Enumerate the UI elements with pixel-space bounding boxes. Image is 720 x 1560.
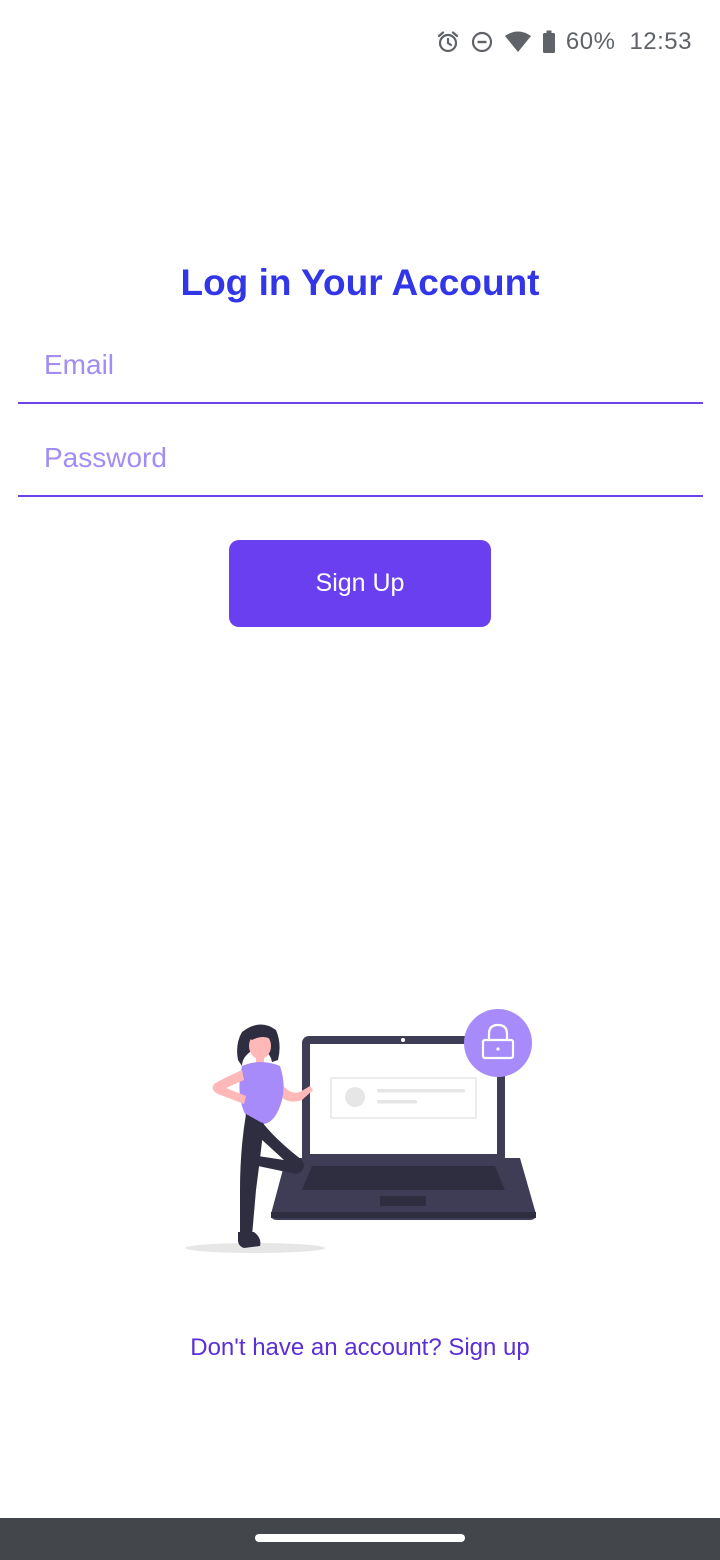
login-illustration (180, 1000, 540, 1260)
password-field (18, 423, 703, 497)
battery-percent: 60% (565, 28, 616, 55)
sign-up-button[interactable]: Sign Up (229, 540, 491, 627)
page-title: Log in Your Account (180, 262, 540, 303)
navigation-bar (0, 1518, 720, 1560)
signup-link[interactable]: Don't have an account? Sign up (0, 1334, 720, 1362)
password-input[interactable] (44, 423, 684, 493)
lock-icon (464, 1009, 532, 1077)
do-not-disturb-icon (470, 30, 494, 54)
email-field (18, 330, 703, 404)
wifi-icon (504, 30, 532, 54)
alarm-icon (436, 30, 460, 54)
status-bar: 60% 12:53 (0, 0, 720, 84)
battery-icon (542, 30, 556, 54)
email-input[interactable] (44, 330, 684, 400)
status-bar-right: 60% 12:53 (436, 24, 692, 60)
status-clock: 12:53 (629, 28, 692, 55)
login-screen: 60% 12:53 Log in Your Account Sign Up (0, 0, 720, 1560)
home-gesture-handle[interactable] (255, 1534, 465, 1542)
